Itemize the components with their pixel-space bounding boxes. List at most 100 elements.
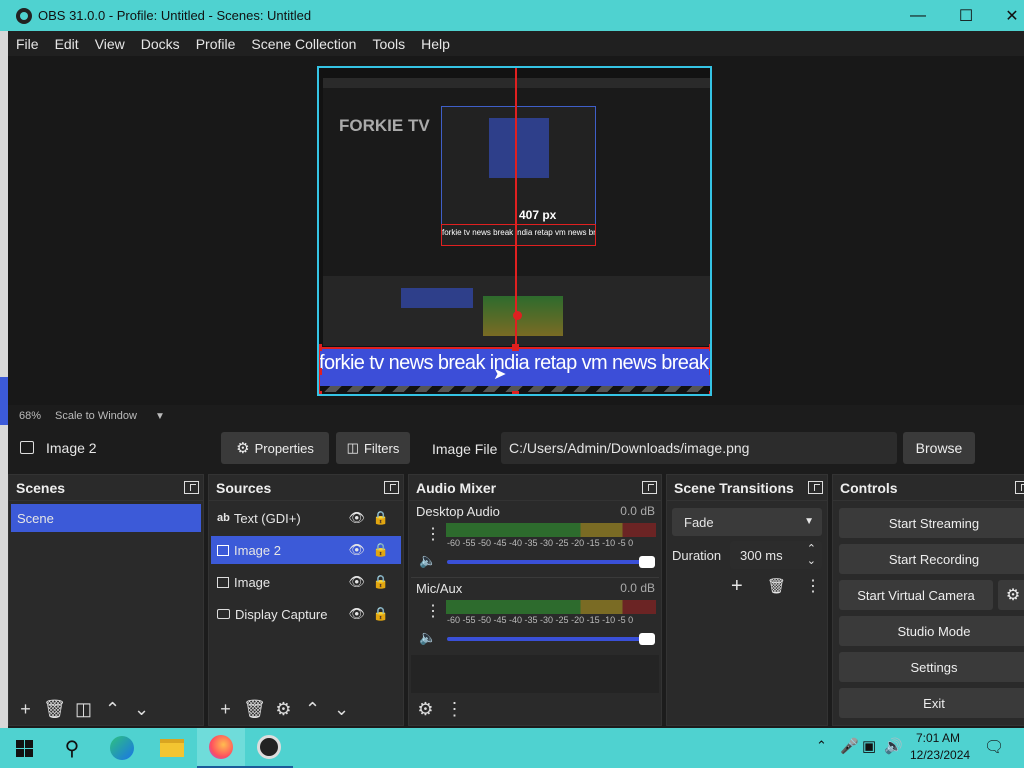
image-path-field[interactable]: C:/Users/Admin/Downloads/image.png	[501, 432, 897, 464]
speaker-icon[interactable]: 🔈	[419, 552, 436, 569]
menu-profile[interactable]: Profile	[196, 36, 236, 52]
image-icon	[217, 576, 229, 588]
search-icon[interactable]: ⚲	[48, 728, 96, 768]
lock-icon[interactable]: 🔒	[373, 606, 389, 622]
resize-handle[interactable]	[512, 391, 519, 394]
channel-menu-icon[interactable]: ⋮	[425, 601, 441, 621]
menu-edit[interactable]: Edit	[55, 36, 79, 52]
resize-handle[interactable]	[319, 391, 322, 394]
undock-icon[interactable]	[1015, 481, 1024, 494]
taskbar: ⚲ ⌃ 🎤 ▣ 🔊 7:01 AM 12/23/2024 🗨	[0, 728, 1024, 768]
microphone-icon[interactable]: 🎤	[840, 737, 859, 755]
resize-handle[interactable]	[709, 368, 710, 375]
visibility-eye-icon[interactable]: 👁	[348, 510, 365, 526]
volume-icon[interactable]: 🔊	[884, 737, 903, 755]
menu-view[interactable]: View	[95, 36, 125, 52]
show-hidden-icons-chevron-icon[interactable]: ⌃	[816, 738, 827, 754]
volume-slider[interactable]	[447, 637, 647, 641]
add-source-icon[interactable]: +	[211, 699, 240, 720]
mixer-title: Audio Mixer	[416, 479, 497, 496]
preview-area[interactable]: FORKIE TV forkie tv news break india ret…	[8, 56, 1024, 405]
visibility-eye-icon[interactable]: 👁	[348, 574, 365, 590]
browse-button[interactable]: Browse	[903, 432, 975, 464]
move-up-icon[interactable]: ⌃	[298, 699, 327, 720]
mouse-cursor-icon: ➤	[493, 366, 507, 383]
source-settings-gear-icon[interactable]: ⚙	[269, 699, 298, 720]
undock-icon[interactable]	[642, 481, 657, 494]
filters-button[interactable]: ◫ Filters	[336, 432, 410, 464]
edge-browser-icon[interactable]	[98, 728, 146, 768]
properties-button[interactable]: ⚙ Properties	[221, 432, 329, 464]
advanced-audio-gear-icon[interactable]: ⚙	[411, 699, 440, 720]
minimize-button[interactable]: —	[895, 0, 941, 31]
start-recording-button[interactable]: Start Recording	[839, 544, 1024, 574]
speaker-icon[interactable]: 🔈	[419, 629, 436, 646]
menu-file[interactable]: File	[16, 36, 39, 52]
notifications-icon[interactable]: 🗨	[984, 737, 1004, 757]
selected-source-box[interactable]	[319, 347, 710, 394]
studio-mode-button[interactable]: Studio Mode	[839, 616, 1024, 646]
channel-name: Mic/Aux	[416, 581, 463, 596]
volume-slider-handle[interactable]	[639, 556, 655, 568]
undock-icon[interactable]	[184, 481, 199, 494]
move-down-icon[interactable]: ⌄	[327, 699, 356, 720]
transition-menu-icon[interactable]: ⋮	[805, 576, 821, 596]
scene-item[interactable]: Scene	[11, 504, 201, 532]
scene-filters-icon[interactable]: ◫	[69, 699, 98, 720]
source-item[interactable]: Image 2 👁 🔒	[211, 536, 401, 564]
menu-scene-collection[interactable]: Scene Collection	[251, 36, 356, 52]
lock-icon[interactable]: 🔒	[373, 542, 389, 558]
visibility-eye-icon[interactable]: 👁	[348, 542, 365, 558]
rotation-handle[interactable]	[513, 311, 522, 320]
spin-down-icon[interactable]: ⌄	[807, 554, 816, 567]
scale-mode[interactable]: Scale to Window	[55, 410, 137, 422]
network-icon[interactable]: ▣	[862, 737, 876, 755]
close-button[interactable]: ✕	[989, 0, 1024, 31]
resize-handle[interactable]	[709, 344, 710, 351]
obs-taskbar-icon[interactable]	[245, 728, 293, 768]
exit-button[interactable]: Exit	[839, 688, 1024, 718]
preview-canvas[interactable]: FORKIE TV forkie tv news break india ret…	[317, 66, 712, 396]
start-virtual-camera-button[interactable]: Start Virtual Camera	[839, 580, 993, 610]
remove-transition-icon[interactable]: 🗑	[767, 577, 786, 595]
volume-slider-handle[interactable]	[639, 633, 655, 645]
channel-menu-icon[interactable]: ⋮	[425, 524, 441, 544]
add-transition-icon[interactable]: +	[731, 575, 743, 598]
settings-button[interactable]: Settings	[839, 652, 1024, 682]
firefox-icon[interactable]	[197, 728, 245, 768]
move-down-icon[interactable]: ⌄	[127, 699, 156, 720]
visibility-eye-icon[interactable]: 👁	[348, 606, 365, 622]
volume-slider[interactable]	[447, 560, 647, 564]
resize-handle[interactable]	[512, 344, 519, 351]
start-streaming-button[interactable]: Start Streaming	[839, 508, 1024, 538]
menu-tools[interactable]: Tools	[372, 36, 405, 52]
resize-handle[interactable]	[319, 368, 322, 375]
undock-icon[interactable]	[384, 481, 399, 494]
remove-source-icon[interactable]: 🗑	[240, 699, 269, 720]
virtual-camera-settings-gear-icon[interactable]: ⚙	[998, 580, 1024, 610]
scale-dropdown-icon[interactable]: ▼	[155, 411, 165, 422]
add-scene-icon[interactable]: +	[11, 699, 40, 720]
lock-icon[interactable]: 🔒	[373, 574, 389, 590]
resize-handle[interactable]	[709, 391, 710, 394]
file-explorer-icon[interactable]	[148, 728, 196, 768]
resize-handle[interactable]	[319, 344, 322, 351]
properties-bar: Image 2 ⚙ Properties ◫ Filters Image Fil…	[8, 429, 1024, 467]
clock-date[interactable]: 12/23/2024	[910, 748, 970, 762]
menu-docks[interactable]: Docks	[141, 36, 180, 52]
undock-icon[interactable]	[808, 481, 823, 494]
lock-icon[interactable]: 🔒	[373, 510, 389, 526]
source-item[interactable]: Display Capture 👁 🔒	[211, 600, 401, 628]
windows-start-icon[interactable]	[0, 728, 48, 768]
move-up-icon[interactable]: ⌃	[98, 699, 127, 720]
image-file-label: Image File	[432, 441, 498, 457]
clock-time[interactable]: 7:01 AM	[916, 731, 960, 745]
duration-spinbox[interactable]: 300 ms ⌃ ⌄	[730, 541, 822, 569]
menu-help[interactable]: Help	[421, 36, 450, 52]
source-item[interactable]: ab Text (GDI+) 👁 🔒	[211, 504, 401, 532]
remove-scene-icon[interactable]: 🗑	[40, 699, 69, 720]
source-item[interactable]: Image 👁 🔒	[211, 568, 401, 596]
mixer-menu-icon[interactable]: ⋮	[440, 699, 469, 720]
maximize-button[interactable]: ☐	[943, 0, 989, 31]
transition-select[interactable]: Fade ▼	[672, 508, 822, 536]
